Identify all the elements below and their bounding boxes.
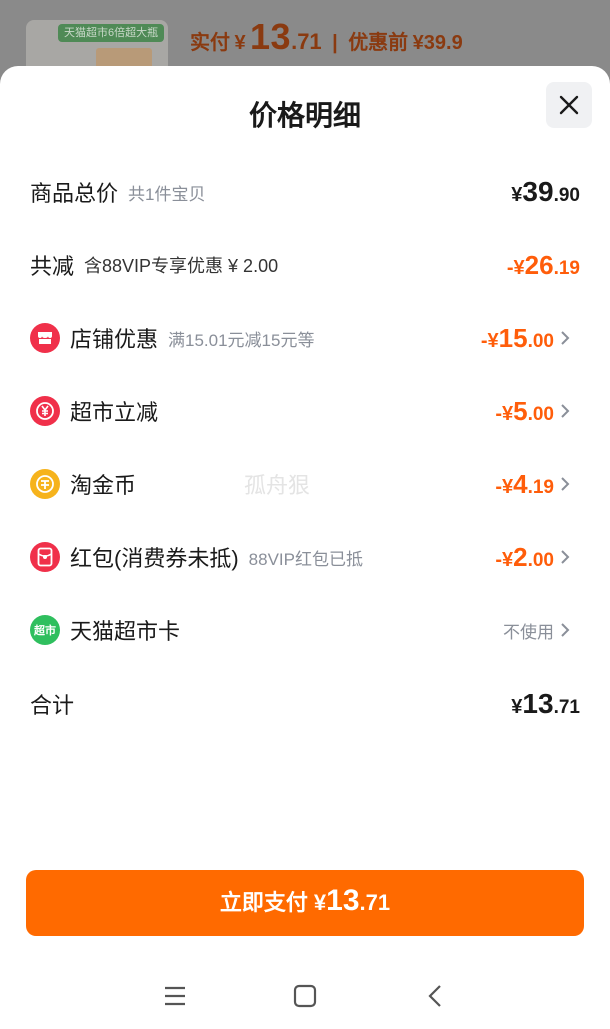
row-sum: 合计 ¥13.71: [30, 682, 580, 726]
row-amount: -¥ 2.00: [495, 542, 580, 573]
row-label: 商品总价: [30, 181, 119, 206]
amount-int: 4: [513, 468, 528, 499]
pay-dec: .71: [359, 890, 391, 915]
red-packet-icon: [30, 542, 60, 572]
amount-symbol: -¥: [495, 548, 514, 571]
paid-label: 实付: [190, 32, 230, 54]
amount-int: 2: [513, 541, 528, 572]
amount-dec: .00: [527, 549, 554, 571]
amount-int: 15: [498, 322, 528, 353]
row-sub: 含88VIP专享优惠 ¥ 2.00: [84, 256, 279, 276]
amount-symbol: ¥: [511, 184, 523, 206]
amount-dec: .19: [527, 476, 554, 498]
row-amount: -¥ 15.00: [481, 323, 580, 354]
pay-now-button[interactable]: 立即支付 ¥13.71: [26, 870, 584, 936]
amount-symbol: -¥: [495, 402, 514, 425]
row-amount: -¥ 5.00: [495, 396, 580, 427]
row-label: 合计: [30, 693, 75, 718]
row-amount: ¥39.90: [511, 176, 580, 208]
background-price: 实付 ¥ 13.71 | 优惠前 ¥39.9: [190, 16, 463, 58]
gold-coin-icon: [30, 469, 60, 499]
amount-symbol: -¥: [495, 475, 514, 498]
chevron-right-icon: [560, 328, 580, 348]
row-amount: ¥13.71: [511, 688, 580, 720]
amount-symbol: -¥: [506, 256, 525, 279]
row-red-packet[interactable]: 红包(消费券未抵) 88VIP红包已抵 -¥ 2.00: [30, 535, 580, 579]
amount-int: 13: [522, 688, 554, 719]
close-button[interactable]: [546, 82, 592, 128]
chevron-right-icon: [560, 401, 580, 421]
row-label: 店铺优惠: [70, 327, 159, 352]
amount-dec: .00: [527, 403, 554, 425]
amount-int: 39: [522, 176, 554, 207]
menu-icon: [165, 986, 185, 1006]
row-label: 超市立减: [70, 400, 159, 425]
row-market-discount[interactable]: 超市立减 -¥ 5.00: [30, 389, 580, 433]
close-icon: [559, 95, 579, 115]
sheet-title: 价格明细: [248, 100, 361, 131]
watermark: 孤舟狠: [244, 473, 311, 498]
row-label: 天猫超市卡: [70, 619, 181, 644]
yuan-coupon-icon: [30, 396, 60, 426]
before-label: 优惠前: [348, 32, 409, 54]
amount-dec: .00: [527, 330, 554, 352]
paid-dec: .71: [291, 29, 322, 54]
paid-symbol: ¥: [234, 32, 246, 54]
amount-dec: .19: [553, 257, 580, 279]
market-card-icon: 超市: [30, 615, 60, 645]
amount-int: 5: [513, 395, 528, 426]
pay-symbol: ¥: [313, 890, 327, 915]
row-sub: 满15.01元减15元等: [168, 330, 315, 350]
back-nav-button[interactable]: [417, 978, 453, 1014]
amount-dec: .90: [553, 185, 580, 206]
row-label: 红包(消费券未抵): [70, 546, 239, 571]
chevron-right-icon: [560, 474, 580, 494]
amount-symbol: -¥: [480, 329, 499, 352]
row-amount: -¥ 4.19: [495, 469, 580, 500]
paid-int: 13: [250, 16, 292, 57]
pay-label: 立即支付: [219, 890, 308, 915]
row-label: 淘金币: [70, 473, 137, 498]
row-total-price: 商品总价 共1件宝贝 ¥39.90: [30, 170, 580, 214]
back-chevron-icon: [428, 985, 441, 1007]
row-total-reduction: 共减 含88VIP专享优惠 ¥ 2.00 -¥ 26.19: [30, 243, 580, 287]
shop-icon: [30, 323, 60, 353]
home-square-icon: [293, 984, 317, 1008]
chevron-right-icon: [560, 620, 580, 640]
price-detail-sheet: 价格明细 商品总价 共1件宝贝 ¥39.90 共减 含88VIP专享优惠 ¥ 2…: [0, 66, 610, 1029]
chevron-right-icon: [560, 547, 580, 567]
amount-dec: .71: [553, 697, 580, 718]
price-separator: |: [332, 32, 338, 54]
row-amount: -¥ 26.19: [507, 250, 580, 281]
pay-int: 13: [326, 884, 360, 917]
row-shop-discount[interactable]: 店铺优惠 满15.01元减15元等 -¥ 15.00: [30, 316, 580, 360]
row-tmall-market-card[interactable]: 超市 天猫超市卡 不使用: [30, 608, 580, 652]
row-label: 共减: [30, 254, 75, 279]
amount-int: 26: [524, 249, 554, 280]
amount-symbol: ¥: [511, 696, 523, 718]
row-sub: 共1件宝贝: [128, 184, 206, 204]
before-price: ¥39.9: [412, 32, 463, 54]
row-sub: 88VIP红包已抵: [248, 549, 363, 569]
product-thumbnail-tag: 天猫超市6倍超大瓶: [58, 24, 165, 42]
menu-nav-button[interactable]: [157, 978, 193, 1014]
home-nav-button[interactable]: [287, 978, 323, 1014]
system-nav-bar: [0, 970, 610, 1022]
row-status: 不使用: [503, 618, 580, 643]
card-status: 不使用: [503, 622, 554, 642]
